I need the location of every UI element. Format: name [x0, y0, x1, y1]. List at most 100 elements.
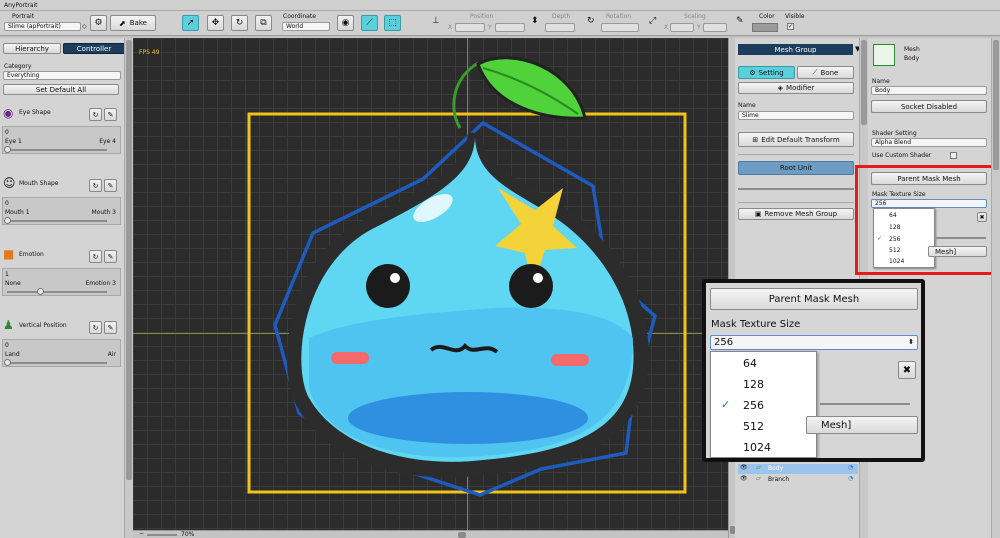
canvas-hscroll-thumb[interactable]: [458, 532, 466, 538]
control-reset-button[interactable]: ↻: [89, 321, 102, 334]
category-value: Everything: [7, 72, 40, 79]
scale-tool-button[interactable]: ⧉: [255, 15, 272, 31]
modifier-button[interactable]: ◈ Modifier: [738, 82, 854, 94]
control-edit-button[interactable]: ✎: [104, 179, 117, 192]
cursor-icon: ➚: [186, 18, 195, 28]
left-scrollbar[interactable]: [124, 38, 133, 538]
right-scrollbar[interactable]: [991, 38, 1000, 538]
callout-option: 128: [743, 378, 764, 391]
coordinate-value: World: [286, 23, 304, 30]
layer-link-icon[interactable]: ◔: [848, 475, 853, 482]
onion-button[interactable]: ◉: [337, 15, 354, 31]
control-max-label: Emotion 3: [85, 280, 116, 287]
root-unit-slider[interactable]: [738, 188, 854, 190]
callout-option: 512: [743, 420, 764, 433]
portrait-picker-icon[interactable]: ◇: [82, 23, 87, 30]
visible-checkbox[interactable]: ✓: [787, 23, 794, 30]
use-custom-shader-checkbox[interactable]: [950, 152, 957, 159]
canvas-viewport[interactable]: FPS 49: [133, 38, 728, 530]
position-x-label: X: [448, 24, 453, 31]
control-edit-button[interactable]: ✎: [104, 108, 117, 121]
control-slider[interactable]: [7, 288, 107, 295]
trash-icon: ▣: [754, 210, 762, 218]
control-knob[interactable]: [4, 359, 11, 366]
control-edit-button[interactable]: ✎: [104, 321, 117, 334]
mesh-name-input[interactable]: Body: [871, 86, 987, 95]
control-knob[interactable]: [37, 288, 44, 295]
socket-disabled-button[interactable]: Socket Disabled: [871, 100, 987, 113]
control-name: Emotion: [19, 251, 44, 258]
rotation-field[interactable]: [601, 23, 639, 32]
scaling-y-field[interactable]: [703, 23, 727, 32]
control-min-label: None: [5, 280, 21, 287]
depth-field[interactable]: [545, 23, 575, 32]
set-default-all-button[interactable]: Set Default All: [3, 84, 119, 95]
position-y-field[interactable]: [495, 23, 525, 32]
stem: [452, 61, 479, 129]
category-select[interactable]: Everything: [3, 71, 121, 80]
layer-item-body[interactable]: 👁 ▱ Body ◔: [738, 464, 858, 474]
tab-hierarchy-label: Hierarchy: [15, 44, 49, 53]
mesh-view-button[interactable]: ⬚: [384, 15, 401, 31]
mesh-group-title: Mesh Group: [774, 45, 817, 54]
shader-setting-label: Shader Setting: [872, 130, 917, 137]
mid-scroll-thumb[interactable]: [861, 40, 867, 125]
callout-option: 1024: [743, 441, 771, 454]
rotation-label: Rotation: [606, 13, 632, 20]
right-scroll-thumb[interactable]: [993, 40, 999, 170]
left-scroll-thumb[interactable]: [126, 40, 132, 480]
tab-controller[interactable]: Controller: [63, 43, 125, 54]
control-reset-button[interactable]: ↻: [89, 250, 102, 263]
remove-mesh-group-button[interactable]: ▣ Remove Mesh Group: [738, 208, 854, 220]
group-name-input[interactable]: Slime: [738, 111, 854, 120]
figure-icon: ♟: [3, 318, 14, 332]
move-icon: ✥: [211, 18, 220, 28]
rotate-tool-button[interactable]: ↻: [231, 15, 248, 31]
callout-dropdown: 64 128 ✓ 256 512 1024: [710, 351, 817, 458]
depth-icon: ⬍: [531, 16, 539, 26]
divider: [738, 154, 854, 155]
scaling-x-field[interactable]: [670, 23, 694, 32]
control-knob[interactable]: [4, 217, 11, 224]
visibility-eye-icon[interactable]: 👁: [740, 464, 748, 471]
layer-link-icon[interactable]: ◔: [848, 464, 853, 471]
scale-icon: ⧉: [260, 18, 267, 28]
zoom-out-icon[interactable]: −: [139, 530, 144, 537]
control-knob[interactable]: [4, 146, 11, 153]
tab-setting-label: Setting: [758, 68, 784, 77]
settings-button[interactable]: ⚙: [90, 15, 107, 31]
visibility-eye-icon[interactable]: 👁: [740, 475, 748, 482]
eye-icon: ◉: [3, 106, 14, 120]
canvas-hscrollbar[interactable]: − 70%: [133, 530, 728, 538]
control-max-label: Eye 4: [99, 138, 116, 145]
shader-select[interactable]: Alpha Blend: [871, 138, 987, 147]
bake-button[interactable]: ⬈ Bake: [110, 15, 156, 31]
setting-icon: ⚙: [749, 68, 756, 77]
left-panel: Hierarchy Controller Category Everything…: [0, 38, 133, 538]
tab-hierarchy[interactable]: Hierarchy: [3, 43, 61, 54]
position-x-field[interactable]: [455, 23, 485, 32]
coordinate-select[interactable]: World: [282, 22, 330, 31]
callout-mask-size-label: Mask Texture Size: [711, 319, 801, 330]
name-label: Name: [738, 102, 756, 109]
edit-default-transform-button[interactable]: ⊞ Edit Default Transform: [738, 132, 854, 147]
zoom-slider[interactable]: [147, 534, 177, 536]
control-reset-button[interactable]: ↻: [89, 179, 102, 192]
control-slider[interactable]: [4, 217, 107, 224]
control-slider[interactable]: [4, 146, 107, 153]
depth-label: Depth: [552, 13, 571, 20]
root-unit-button[interactable]: Root Unit: [738, 161, 854, 175]
tab-setting[interactable]: ⚙ Setting: [738, 66, 795, 79]
move-tool-button[interactable]: ✥: [207, 15, 224, 31]
bone-view-button[interactable]: ⟋: [361, 15, 378, 31]
select-tool-button[interactable]: ➚: [182, 15, 199, 31]
control-edit-button[interactable]: ✎: [104, 250, 117, 263]
tab-bone[interactable]: ⟋ Bone: [797, 66, 854, 79]
callout-mask-select: 256 ⬍: [710, 335, 918, 350]
color-swatch[interactable]: [752, 23, 778, 32]
portrait-field[interactable]: Slime (apPortrait): [4, 22, 81, 31]
layer-item-branch[interactable]: 👁 ▱ Branch ◔: [738, 475, 858, 485]
left-eye: [366, 264, 410, 308]
control-reset-button[interactable]: ↻: [89, 108, 102, 121]
control-slider[interactable]: [4, 359, 107, 366]
